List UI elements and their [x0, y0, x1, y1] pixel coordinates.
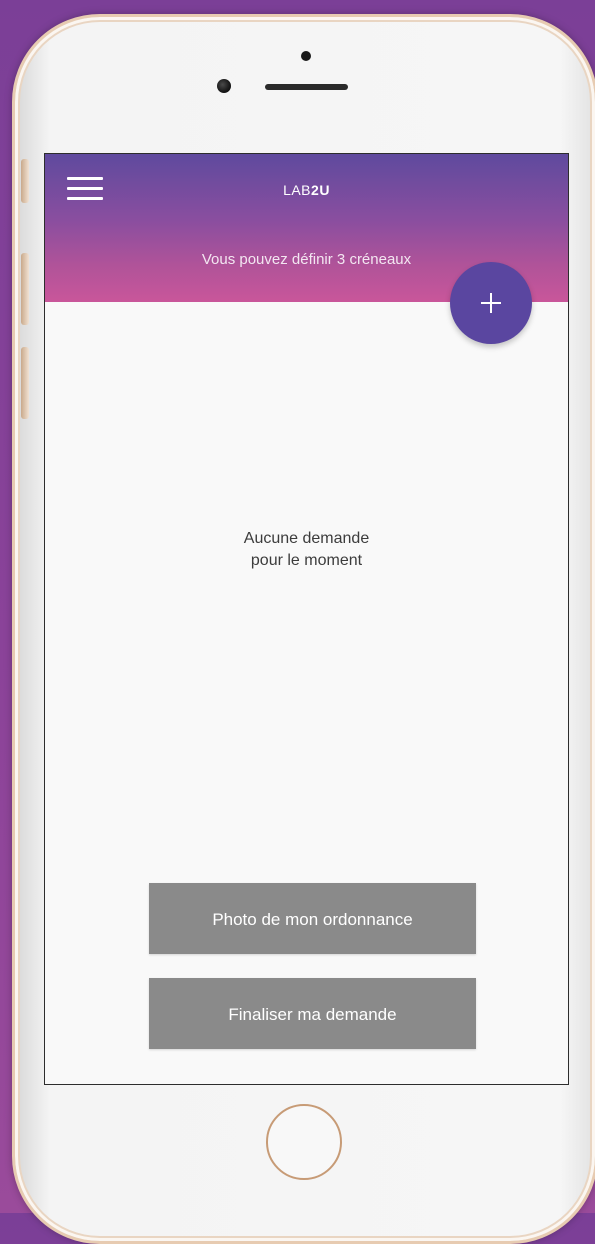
app-logo-prefix: LAB: [283, 182, 312, 198]
app-logo-suffix: 2U: [311, 182, 330, 198]
phone-speaker: [265, 84, 348, 90]
phone-volume-down: [21, 347, 29, 419]
phone-sensor: [301, 51, 311, 61]
empty-state-message: Aucune demande pour le moment: [45, 528, 568, 572]
home-button[interactable]: [266, 1104, 342, 1180]
finalize-request-button[interactable]: Finaliser ma demande: [149, 978, 476, 1049]
front-camera: [217, 79, 231, 93]
app-logo: LAB2U: [45, 182, 568, 198]
empty-state-line-1: Aucune demande: [243, 530, 370, 547]
app-screen: LAB2U Vous pouvez définir 3 créneaux Auc…: [44, 153, 569, 1085]
phone-mute-switch: [21, 159, 29, 203]
photo-prescription-button[interactable]: Photo de mon ordonnance: [149, 883, 476, 954]
phone-volume-up: [21, 253, 29, 325]
hamburger-menu-icon: [67, 177, 103, 180]
empty-state-line-2: pour le moment: [250, 552, 363, 569]
add-slot-button[interactable]: [450, 262, 532, 344]
